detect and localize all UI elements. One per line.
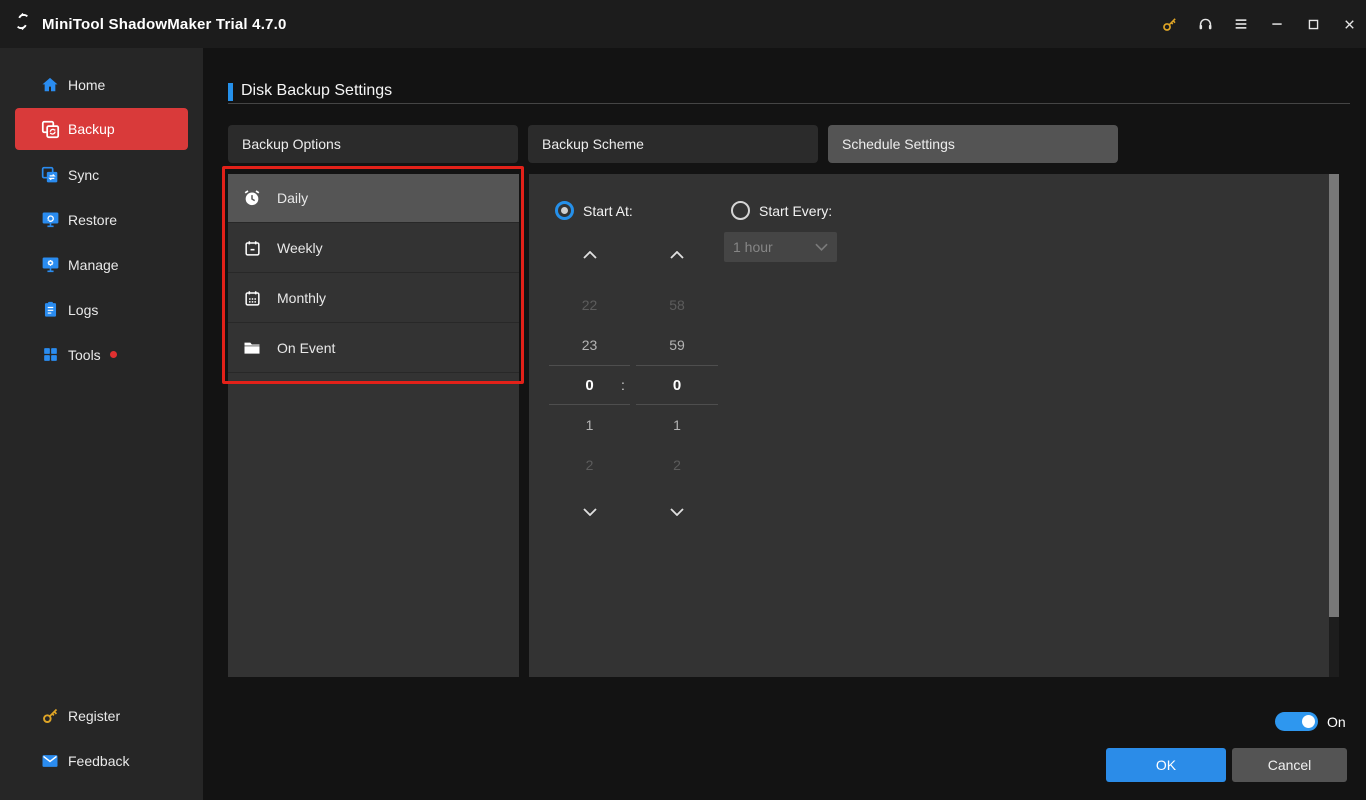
- vertical-scrollbar[interactable]: [1329, 174, 1339, 677]
- sidebar-item-label: Tools: [68, 346, 101, 363]
- toggle-knob: [1302, 715, 1315, 728]
- sidebar-item-feedback[interactable]: Feedback: [15, 740, 188, 781]
- radio-unselected-icon: [731, 201, 750, 220]
- minimize-icon[interactable]: [1259, 0, 1295, 48]
- menu-icon[interactable]: [1223, 0, 1259, 48]
- page-title: Disk Backup Settings: [241, 82, 393, 99]
- sidebar-item-manage[interactable]: Manage: [15, 244, 188, 285]
- app-logo-icon: [12, 11, 33, 37]
- window-title: MiniTool ShadowMaker Trial 4.7.0: [42, 15, 287, 33]
- start-every-radio[interactable]: Start Every:: [731, 201, 832, 220]
- sidebar-item-label: Register: [68, 707, 121, 724]
- minute-value[interactable]: 2: [636, 445, 718, 485]
- minute-value[interactable]: 58: [636, 285, 718, 325]
- sidebar-item-label: Logs: [68, 301, 99, 318]
- tab-label: Backup Scheme: [542, 136, 644, 152]
- headset-icon[interactable]: [1187, 0, 1223, 48]
- sidebar-item-tools[interactable]: Tools: [15, 334, 188, 375]
- option-monthly[interactable]: Monthly: [228, 274, 519, 323]
- option-label: Daily: [277, 190, 309, 206]
- toggle-state-label: On: [1327, 714, 1346, 730]
- chevron-down-icon: [815, 238, 828, 256]
- hour-value[interactable]: 1: [549, 405, 630, 445]
- option-label: On Event: [277, 340, 336, 356]
- minute-value[interactable]: 59: [636, 325, 718, 365]
- folder-icon: [242, 338, 262, 358]
- option-on-event[interactable]: On Event: [228, 324, 519, 373]
- option-weekly[interactable]: Weekly: [228, 224, 519, 273]
- register-key-icon: [39, 705, 61, 727]
- sidebar-item-label: Restore: [68, 211, 118, 228]
- titlebar: MiniTool ShadowMaker Trial 4.7.0: [0, 0, 1366, 48]
- hour-value[interactable]: 22: [549, 285, 630, 325]
- close-icon[interactable]: [1331, 0, 1366, 48]
- minute-down-icon[interactable]: [636, 492, 718, 532]
- hour-up-icon[interactable]: [549, 235, 630, 275]
- manage-icon: [39, 254, 61, 276]
- calendar-week-icon: [242, 238, 262, 258]
- hour-down-icon[interactable]: [549, 492, 630, 532]
- start-every-label: Start Every:: [759, 202, 833, 219]
- sync-icon: [39, 164, 61, 186]
- tab-label: Backup Options: [242, 136, 341, 152]
- sidebar-item-label: Feedback: [68, 752, 130, 769]
- interval-dropdown[interactable]: 1 hour: [724, 232, 837, 262]
- app-window: MiniTool ShadowMaker Trial 4.7.0 Home Ba…: [0, 0, 1366, 800]
- maximize-icon[interactable]: [1295, 0, 1331, 48]
- scrollbar-thumb[interactable]: [1329, 174, 1339, 617]
- tab-backup-options[interactable]: Backup Options: [228, 125, 518, 163]
- tools-icon: [39, 344, 61, 366]
- sidebar-item-label: Sync: [68, 166, 100, 183]
- sidebar-item-register[interactable]: Register: [15, 695, 188, 736]
- tab-schedule-settings[interactable]: Schedule Settings: [828, 125, 1118, 163]
- sidebar-item-backup[interactable]: Backup: [15, 108, 188, 150]
- home-icon: [39, 74, 61, 96]
- sidebar-item-label: Manage: [68, 256, 119, 273]
- sidebar: Home Backup Sync Restore Manage Logs Too…: [0, 48, 203, 800]
- hour-value[interactable]: 23: [549, 325, 630, 365]
- titlebar-left: MiniTool ShadowMaker Trial 4.7.0: [12, 0, 287, 48]
- key-icon[interactable]: [1151, 0, 1187, 48]
- sidebar-item-label: Home: [68, 76, 106, 93]
- schedule-options-panel: Daily Weekly Monthly On Event: [228, 174, 519, 677]
- minute-value-selected[interactable]: 0: [636, 365, 718, 405]
- sidebar-item-home[interactable]: Home: [15, 64, 188, 105]
- minute-up-icon[interactable]: [636, 235, 718, 275]
- ok-button[interactable]: OK: [1106, 748, 1226, 782]
- alarm-clock-icon: [242, 188, 262, 208]
- radio-selected-icon: [555, 201, 574, 220]
- sidebar-item-restore[interactable]: Restore: [15, 199, 188, 240]
- start-at-radio[interactable]: Start At:: [555, 201, 633, 220]
- restore-icon: [39, 209, 61, 231]
- logs-icon: [39, 299, 61, 321]
- option-label: Monthly: [277, 290, 327, 306]
- interval-value: 1 hour: [733, 239, 773, 255]
- option-label: Weekly: [277, 240, 323, 256]
- sidebar-item-label: Backup: [68, 121, 115, 137]
- start-at-label: Start At:: [583, 202, 633, 219]
- time-separator: :: [621, 377, 625, 393]
- minute-picker-column: 58 59 0 1 2: [636, 235, 718, 532]
- sidebar-item-logs[interactable]: Logs: [15, 289, 188, 330]
- notification-dot: [109, 351, 117, 358]
- header-divider: [228, 103, 1350, 104]
- tab-label: Schedule Settings: [842, 136, 955, 152]
- backup-icon: [39, 118, 61, 140]
- schedule-settings-panel: Start At: Start Every: 1 hour 22 23 0 1 …: [529, 174, 1330, 677]
- cancel-button[interactable]: Cancel: [1232, 748, 1347, 782]
- sidebar-item-sync[interactable]: Sync: [15, 154, 188, 195]
- tab-backup-scheme[interactable]: Backup Scheme: [528, 125, 818, 163]
- hour-value[interactable]: 2: [549, 445, 630, 485]
- title-accent-bar: [228, 83, 233, 101]
- schedule-toggle[interactable]: [1275, 712, 1318, 731]
- option-daily[interactable]: Daily: [228, 174, 519, 223]
- mail-icon: [39, 750, 61, 772]
- minute-value[interactable]: 1: [636, 405, 718, 445]
- calendar-month-icon: [242, 288, 262, 308]
